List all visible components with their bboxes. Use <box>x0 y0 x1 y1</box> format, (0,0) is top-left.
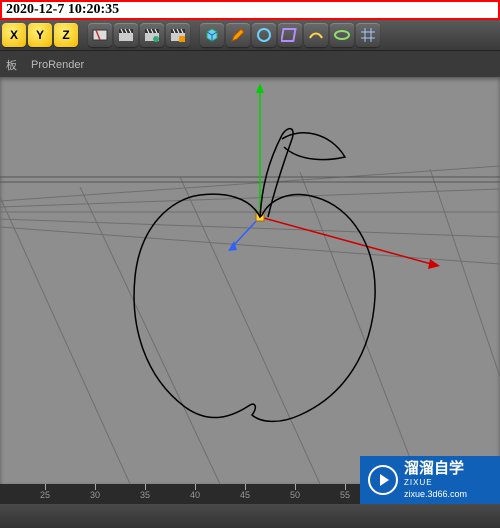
watermark-url: zixue.3d66.com <box>404 489 467 499</box>
axis-z-button[interactable]: Z <box>54 23 78 47</box>
axis-z-label: Z <box>62 28 69 42</box>
axis-x-line <box>260 217 435 265</box>
axis-x-button[interactable]: X <box>2 23 26 47</box>
viewport-scene <box>0 77 500 484</box>
watermark-brand: 溜溜自学 <box>404 461 492 476</box>
clapper-3-button[interactable] <box>166 23 190 47</box>
axis-y-label: Y <box>36 28 44 42</box>
clapper-1-button[interactable] <box>114 23 138 47</box>
clapper-2-button[interactable] <box>140 23 164 47</box>
watermark-sub: ZIXUE <box>404 478 433 487</box>
tick-label: 35 <box>140 490 150 500</box>
timestamp-bar: 2020-12-7 10:20:35 <box>0 0 500 20</box>
watermark: 溜溜自学 ZIXUE zixue.3d66.com <box>360 456 500 504</box>
key-button[interactable] <box>88 23 112 47</box>
tick-label: 55 <box>340 490 350 500</box>
menu-item-2[interactable]: ProRender <box>31 59 84 71</box>
grid-button[interactable] <box>356 23 380 47</box>
menu-bar: 板 ProRender <box>0 50 500 79</box>
main-toolbar: X Y Z <box>0 20 500 50</box>
object-tool-group <box>200 23 380 47</box>
cube-button[interactable] <box>200 23 224 47</box>
anim-tool-group <box>88 23 190 47</box>
shape-2-button[interactable] <box>304 23 328 47</box>
tick-label: 40 <box>190 490 200 500</box>
axis-x-label: X <box>10 28 18 42</box>
tick-label: 45 <box>240 490 250 500</box>
menu-item-1[interactable]: 板 <box>6 57 17 73</box>
pen-button[interactable] <box>226 23 250 47</box>
bottom-toolbar <box>0 504 500 528</box>
shape-3-button[interactable] <box>330 23 354 47</box>
gizmo <box>228 83 440 269</box>
axis-tool-group: X Y Z <box>2 23 78 47</box>
viewport[interactable] <box>0 77 500 484</box>
tick-label: 25 <box>40 490 50 500</box>
tick-label: 50 <box>290 490 300 500</box>
play-icon <box>368 465 398 495</box>
timestamp-text: 2020-12-7 10:20:35 <box>6 2 119 17</box>
axis-y-button[interactable]: Y <box>28 23 52 47</box>
deformer-button[interactable] <box>278 23 302 47</box>
tick-label: 30 <box>90 490 100 500</box>
shape-1-button[interactable] <box>252 23 276 47</box>
